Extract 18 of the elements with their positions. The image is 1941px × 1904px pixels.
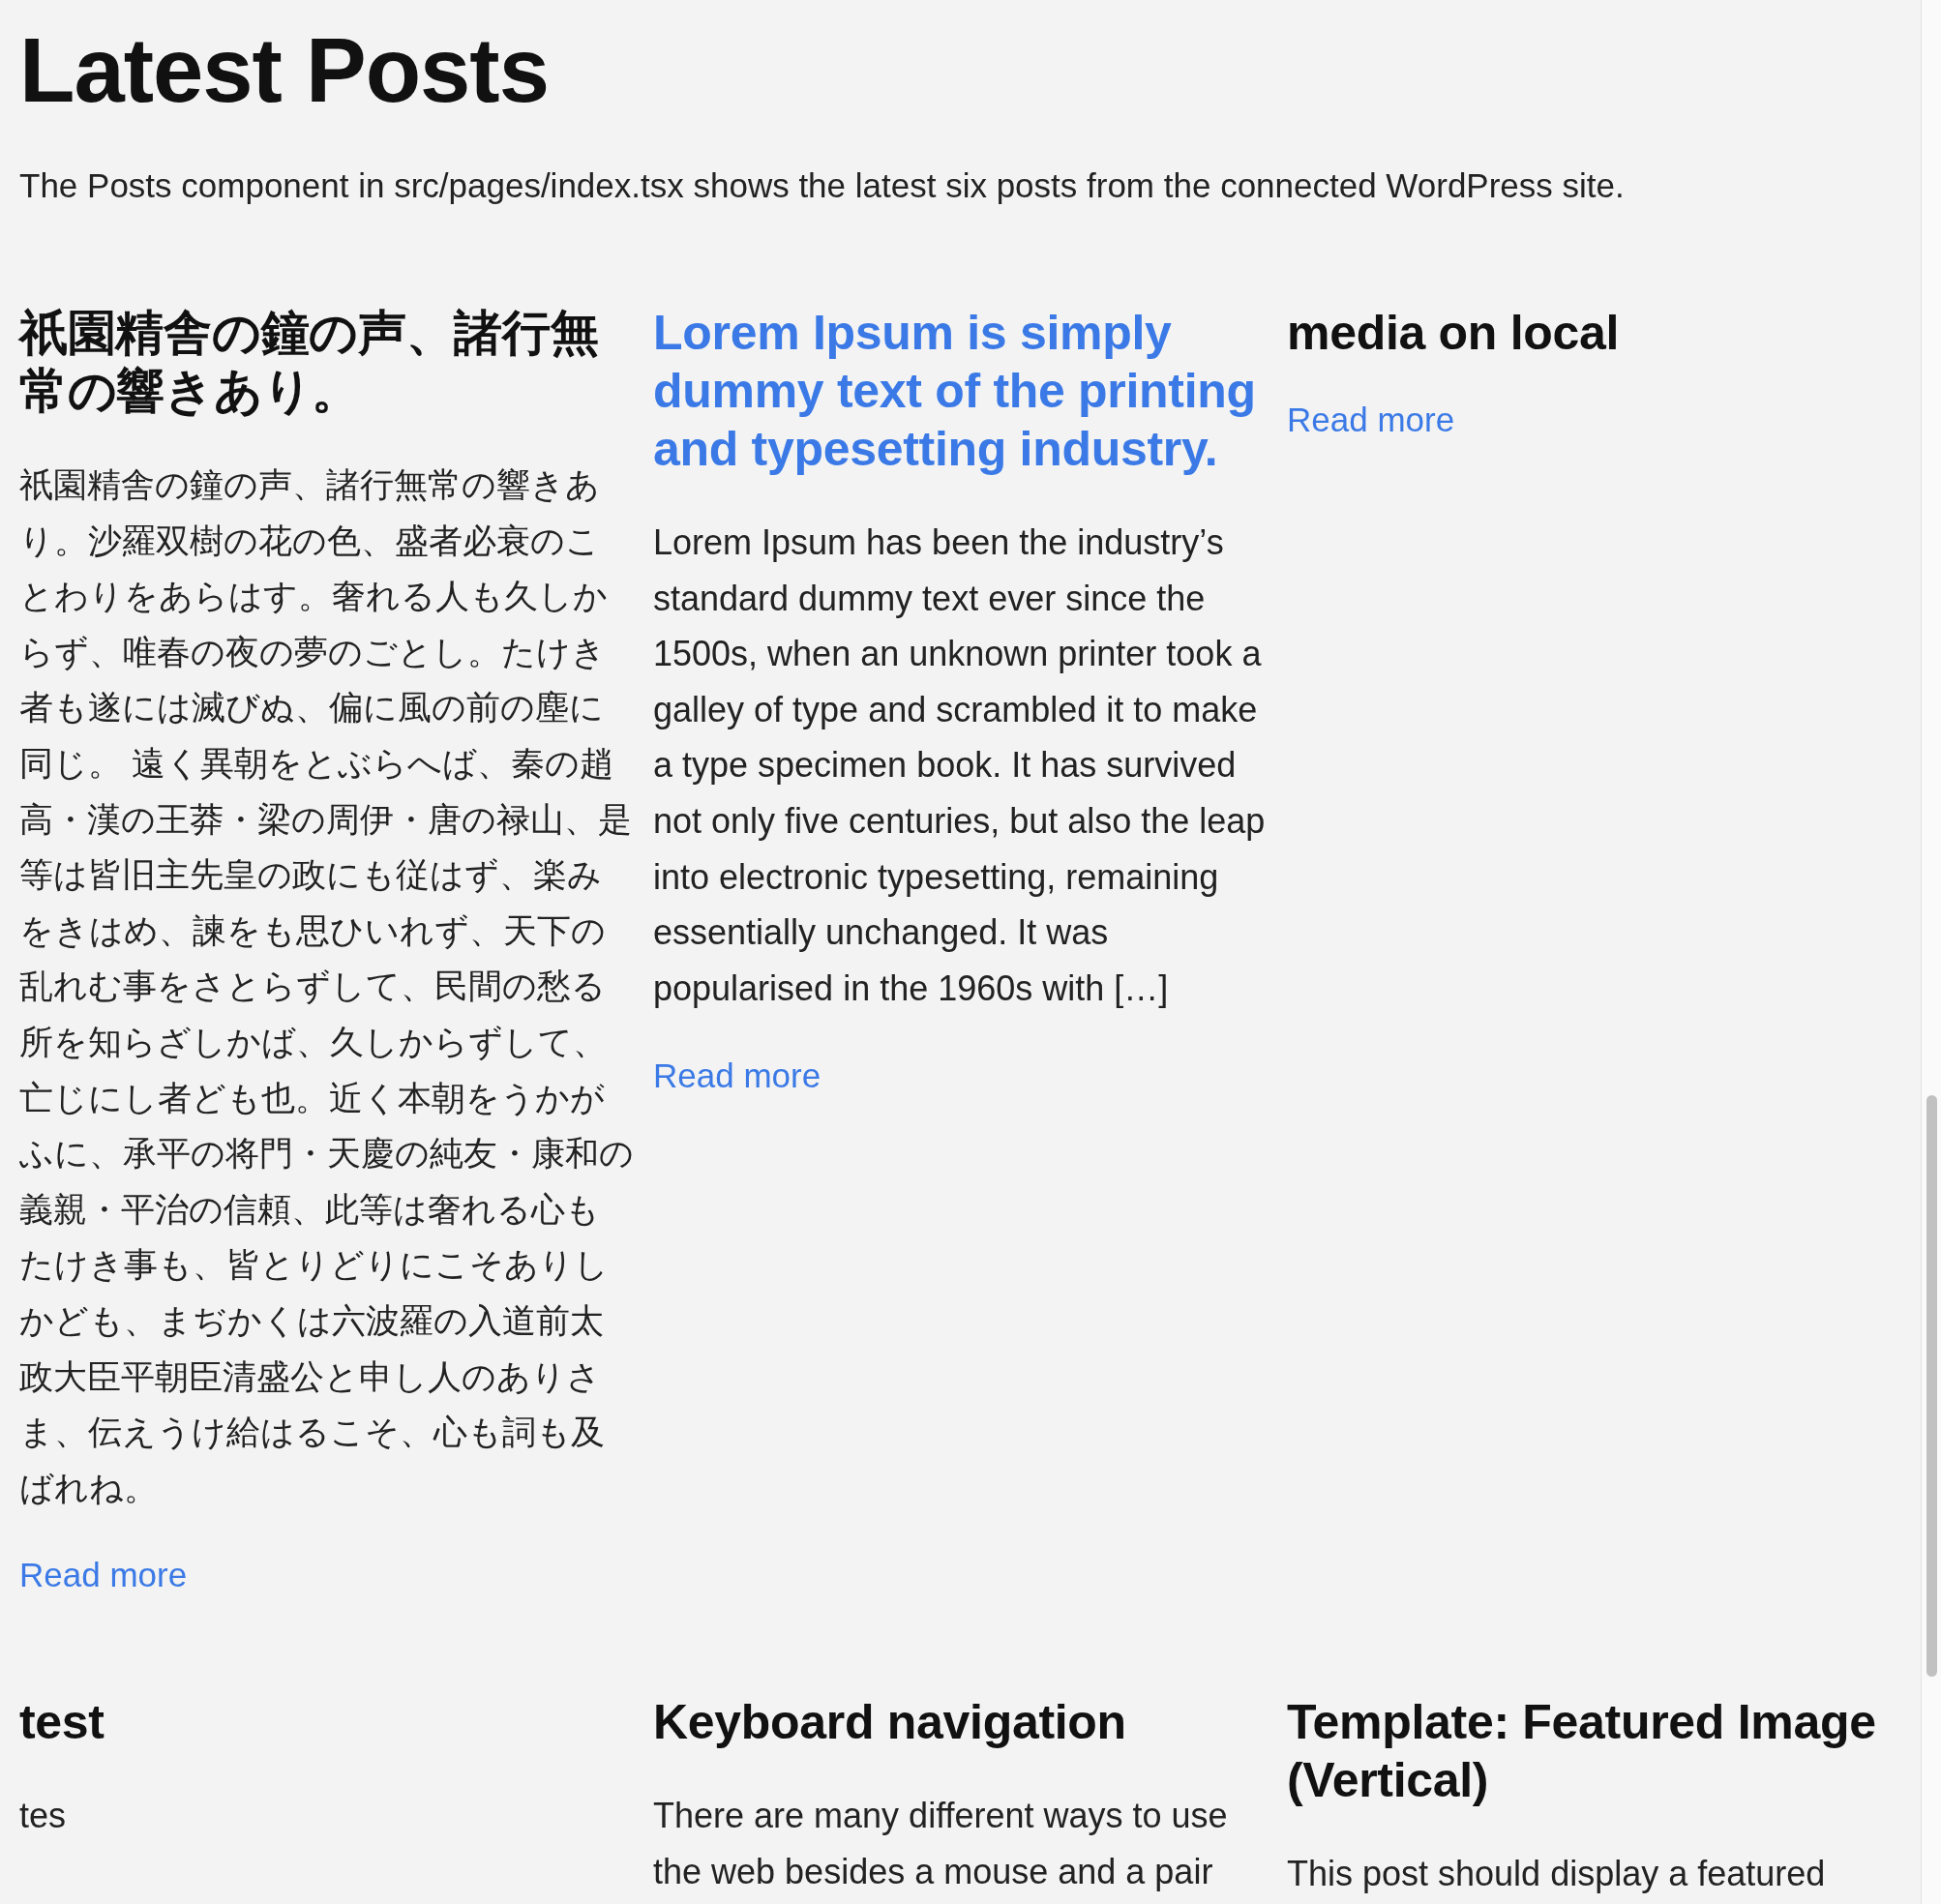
post-title[interactable]: Template: Featured Image (Vertical) bbox=[1287, 1693, 1901, 1810]
read-more-link[interactable]: Read more bbox=[653, 1055, 821, 1098]
post-title[interactable]: Keyboard navigation bbox=[653, 1693, 1268, 1752]
post-excerpt: This post should display a featured bbox=[1287, 1853, 1827, 1896]
scrollbar[interactable] bbox=[1921, 0, 1941, 1904]
post-excerpt: 祇園精舎の鐘の声、諸行無常の響きあり。沙羅双樹の花の色、盛者必衰のことわりをあらはす。奢れる人も久しからず、唯春の夜の夢のごとし。たけき者も遂には滅びぬ、偏に風の前の塵に同じ。 遠く異朝をとぶらへば、秦の趙高・漢の王莽・梁の周伊・唐の禄山、是等は皆旧主先皇の政にも従はず、楽みをきはめ、諫をも思ひいれず、天下の乱れむ事をさとらずして、民間の愁る所を知らざしかば、久しからずして、亡じにし者ども也。近く本朝をうかがふに、承平の将門・天慶の純友・康和の義親・平治の信頼、此等は奢れる心もたけき事も、皆とりどりにこそありしかども、まぢかくは六波羅の入道前太政大臣平朝臣清盛公と申し人のありさま、伝えうけ給はるこそ、心も詞も及ばれね。 bbox=[19, 464, 634, 1508]
post-excerpt: There are many different ways to use the web besides a mouse and a pair bbox=[653, 1795, 1229, 1893]
read-more-link[interactable]: Read more bbox=[1287, 399, 1455, 441]
read-more-link[interactable]: Read more bbox=[19, 1554, 188, 1597]
post-title[interactable]: media on local bbox=[1287, 304, 1901, 362]
post-title[interactable]: Lorem Ipsum is simply dummy text of the printing and typesetting industry. bbox=[653, 304, 1268, 478]
post-excerpt: tes bbox=[19, 1795, 68, 1838]
scrollbar-thumb[interactable] bbox=[1926, 1095, 1937, 1677]
page-heading: Latest Posts bbox=[19, 18, 550, 123]
intro-text: The Posts component in src/pages/index.tsx shows the latest six posts from the connected WordPress site. bbox=[19, 165, 1626, 206]
post-title[interactable]: test bbox=[19, 1693, 634, 1752]
post-excerpt: Lorem Ipsum has been the industry’s standard dummy text ever since the 1500s, when an unknown printer took a galley of type and scrambled it to make a type specimen book. It has survived not only five centuries, but also the leap into electronic typesetting, remaining essentially unchanged. It was popularised in the 1960s with […] bbox=[653, 521, 1267, 1010]
post-title[interactable]: 祇園精舎の鐘の声、諸行無常の響きあり。 bbox=[19, 304, 634, 420]
